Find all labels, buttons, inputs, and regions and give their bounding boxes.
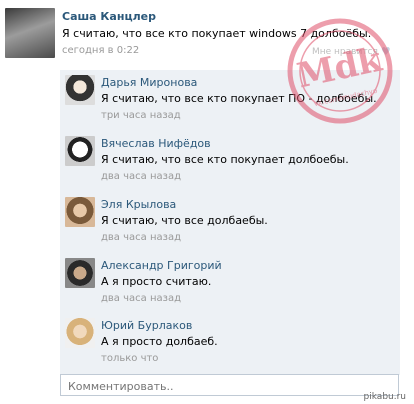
reply-time[interactable]: два часа назад (101, 232, 181, 243)
reply-author[interactable]: Вячеслав Нифёдов (101, 137, 211, 150)
reply-text: А я просто долбаеб. (101, 335, 218, 348)
reply-time[interactable]: два часа назад (101, 171, 181, 182)
mdk-stamp-logo: Mdk vk.com/mudachyo (287, 18, 393, 124)
reply-text: Я считаю, что все долбаебы. (101, 214, 268, 227)
reply-item: Вячеслав Нифёдов Я считаю, что все кто п… (60, 131, 400, 193)
author-name[interactable]: Саша Канцлер (62, 10, 156, 23)
reply-item: Эля Крылова Я считаю, что все долбаебы. … (60, 192, 400, 254)
wall-post: Саша Канцлер Я считаю, что все кто покуп… (0, 0, 414, 404)
reply-avatar[interactable] (65, 258, 95, 288)
pikabu-watermark: pikabu.ru (363, 392, 406, 402)
comment-box[interactable] (60, 374, 399, 397)
reply-item: Александр Григорий А я просто считаю. дв… (60, 253, 400, 315)
reply-time[interactable]: два часа назад (101, 293, 181, 304)
reply-avatar[interactable] (65, 197, 95, 227)
reply-time[interactable]: только что (101, 353, 158, 364)
post-time[interactable]: сегодня в 0:22 (62, 45, 139, 56)
author-avatar[interactable] (5, 8, 55, 58)
reply-avatar[interactable] (65, 318, 95, 348)
reply-author[interactable]: Эля Крылова (101, 198, 176, 211)
reply-author[interactable]: Дарья Миронова (101, 76, 197, 89)
reply-avatar[interactable] (65, 75, 95, 105)
reply-author[interactable]: Юрий Бурлаков (101, 319, 192, 332)
reply-text: Я считаю, что все кто покупает долбоебы. (101, 153, 349, 166)
comment-input[interactable] (61, 376, 398, 397)
reply-item: Юрий Бурлаков А я просто долбаеб. только… (60, 313, 400, 375)
reply-time[interactable]: три часа назад (101, 110, 181, 121)
reply-author[interactable]: Александр Григорий (101, 259, 222, 272)
reply-avatar[interactable] (65, 136, 95, 166)
reply-text: А я просто считаю. (101, 275, 212, 288)
